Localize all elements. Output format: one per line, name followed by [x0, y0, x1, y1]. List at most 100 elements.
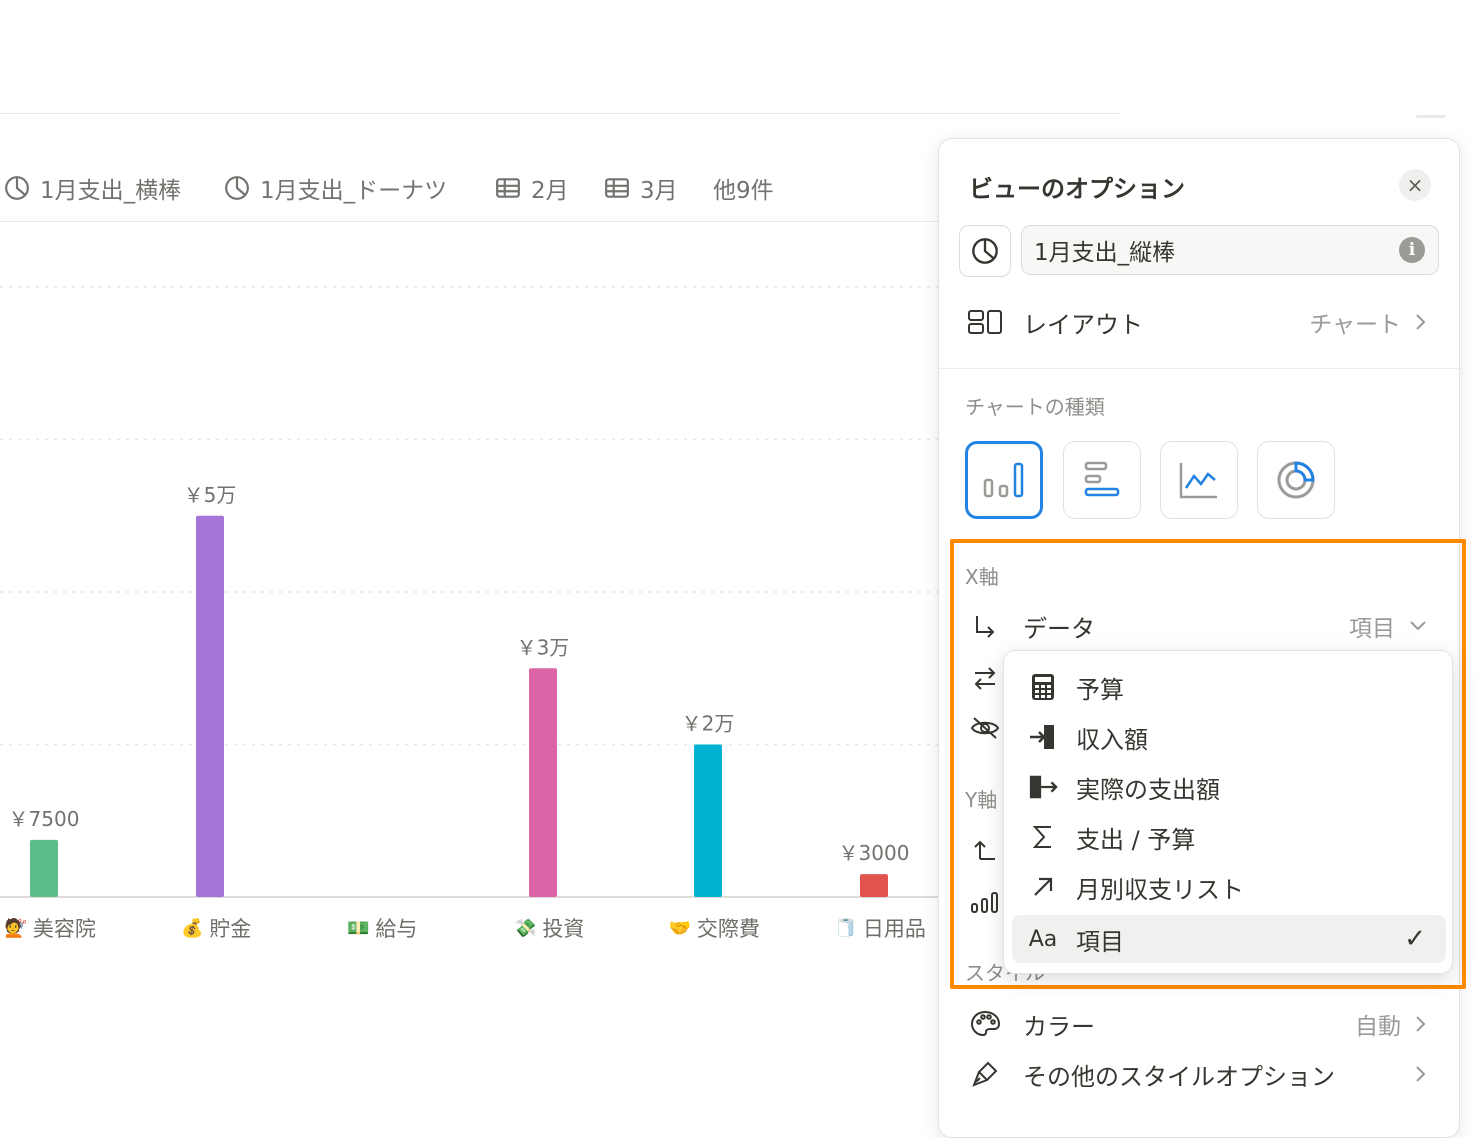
option-label: 支出 / 予算: [1076, 825, 1196, 854]
category-label: 給与: [375, 917, 418, 941]
vertical-bar-icon: [983, 462, 1024, 498]
line-chart-icon: [1179, 463, 1217, 499]
view-name-input[interactable]: [1021, 225, 1439, 275]
layout-row[interactable]: レイアウト チャート: [939, 297, 1459, 347]
option-label: 月別収支リスト: [1076, 875, 1244, 904]
logout-icon: [1028, 772, 1058, 802]
table-icon: [496, 178, 520, 198]
category-label: 投資: [542, 917, 585, 941]
bar[interactable]: [529, 668, 557, 897]
layout-icon: [967, 304, 1003, 340]
chart-data-labels: ￥7500 ￥5万 ￥3万 ￥2万 ￥3000: [9, 483, 910, 865]
category-label: 交際費: [696, 917, 760, 941]
option-label: 項目: [1076, 927, 1124, 956]
tab-label: 2月: [531, 178, 569, 204]
option-budget[interactable]: 予算: [1012, 663, 1446, 711]
option-monthly-list[interactable]: 月別収支リスト: [1012, 863, 1446, 911]
option-expense-budget[interactable]: 支出 / 予算: [1012, 813, 1446, 861]
x-axis-data-dropdown: 予算 収入額 実際の支出額 支出 / 予算 月別収支リスト Aa 項目 ✓: [1003, 650, 1453, 974]
chart-type-donut[interactable]: [1257, 441, 1335, 519]
data-label: ￥3000: [839, 841, 910, 865]
close-icon: ×: [1406, 173, 1424, 197]
chart-bars: [30, 515, 888, 898]
bar[interactable]: [30, 839, 58, 897]
tab-label: 他9件: [713, 178, 774, 204]
data-label: ￥7500: [9, 807, 80, 831]
layout-value-text: チャート: [1309, 312, 1401, 338]
more-style-row[interactable]: その他のスタイルオプション: [939, 1049, 1459, 1099]
top-divider: [0, 113, 1120, 114]
category-emoji: 🤝: [668, 917, 691, 939]
category-emoji: 💰: [181, 917, 204, 939]
category-emoji: 💇: [4, 917, 27, 939]
color-value-text: 自動: [1355, 1014, 1401, 1040]
color-label: カラー: [1023, 1012, 1095, 1041]
color-row[interactable]: カラー 自動: [939, 999, 1459, 1049]
more-style-label: その他のスタイルオプション: [1023, 1062, 1335, 1091]
category-emoji: 🧻: [834, 917, 857, 939]
layout-label: レイアウト: [1023, 310, 1143, 339]
option-income[interactable]: 収入額: [1012, 713, 1446, 761]
info-icon[interactable]: i: [1399, 237, 1425, 263]
data-label: ￥3万: [517, 635, 570, 659]
pie-chart-icon: [972, 238, 998, 264]
scroll-handle[interactable]: [1416, 115, 1446, 118]
option-label: 実際の支出額: [1076, 775, 1220, 804]
chart-type-horizontal-bar[interactable]: [1063, 441, 1141, 519]
category-label: 貯金: [209, 917, 252, 941]
data-label: ￥2万: [682, 712, 735, 736]
chart-type-section-title: チャートの種類: [965, 395, 1105, 419]
option-label: 予算: [1076, 675, 1124, 704]
x-tick-label: 💰 貯金: [181, 912, 251, 944]
option-label: 収入額: [1076, 725, 1148, 754]
table-icon: [605, 178, 629, 198]
check-icon: ✓: [1404, 924, 1426, 954]
text-aa-icon: Aa: [1028, 926, 1058, 952]
x-tick-label: 🧻 日用品: [835, 912, 926, 944]
relation-arrow-icon: [1028, 872, 1058, 902]
category-label: 日用品: [862, 917, 926, 941]
palette-icon: [967, 1006, 1003, 1042]
bar-chart: ￥7500 ￥5万 ￥3万 ￥2万 ￥3000: [0, 286, 940, 898]
tab-label: 1月支出_横棒: [40, 178, 182, 204]
category-emoji: 💵: [347, 917, 370, 939]
more-style-chevron: [1415, 1065, 1427, 1083]
tab-label: 3月: [640, 178, 678, 204]
x-tick-label: 🤝 交際費: [669, 912, 760, 944]
chevron-right-icon: [1416, 1016, 1426, 1032]
option-item[interactable]: Aa 項目 ✓: [1012, 915, 1446, 963]
tab-2[interactable]: 1月支出_ドーナツ: [224, 170, 447, 206]
tab-3[interactable]: 2月: [495, 170, 569, 206]
brush-icon: [967, 1056, 1003, 1092]
bar[interactable]: [860, 874, 888, 897]
close-button[interactable]: ×: [1399, 169, 1431, 201]
horizontal-bar-icon: [1084, 461, 1120, 497]
x-tick-label: 💸 投資: [514, 912, 584, 944]
login-icon: [1028, 722, 1058, 752]
view-icon-button[interactable]: [959, 225, 1011, 277]
bar[interactable]: [694, 744, 722, 898]
calculator-icon: [1028, 672, 1058, 702]
panel-title: ビューのオプション: [969, 175, 1185, 203]
bar[interactable]: [196, 515, 224, 897]
tab-4[interactable]: 3月: [604, 170, 678, 206]
option-actual-expense[interactable]: 実際の支出額: [1012, 763, 1446, 811]
chart-type-vertical-bar[interactable]: [965, 441, 1043, 519]
tabs-divider: [0, 221, 940, 222]
pie-chart-icon: [5, 176, 29, 200]
tab-label: 1月支出_ドーナツ: [260, 178, 448, 204]
tab-1[interactable]: 1月支出_横棒: [4, 170, 181, 206]
panel-divider: [939, 368, 1459, 369]
chevron-right-icon: [1416, 314, 1426, 330]
data-label: ￥5万: [184, 483, 237, 507]
chart-type-line[interactable]: [1160, 441, 1238, 519]
chevron-right-icon: [1416, 1066, 1426, 1082]
category-emoji: 💸: [514, 917, 537, 939]
layout-value: チャート: [1309, 305, 1427, 339]
sigma-icon: [1028, 822, 1058, 852]
x-tick-label: 💇 美容院: [5, 912, 96, 944]
tab-more[interactable]: 他9件: [713, 170, 774, 206]
color-value: 自動: [1355, 1007, 1427, 1041]
chart-grid: [0, 286, 940, 898]
category-label: 美容院: [32, 917, 96, 941]
